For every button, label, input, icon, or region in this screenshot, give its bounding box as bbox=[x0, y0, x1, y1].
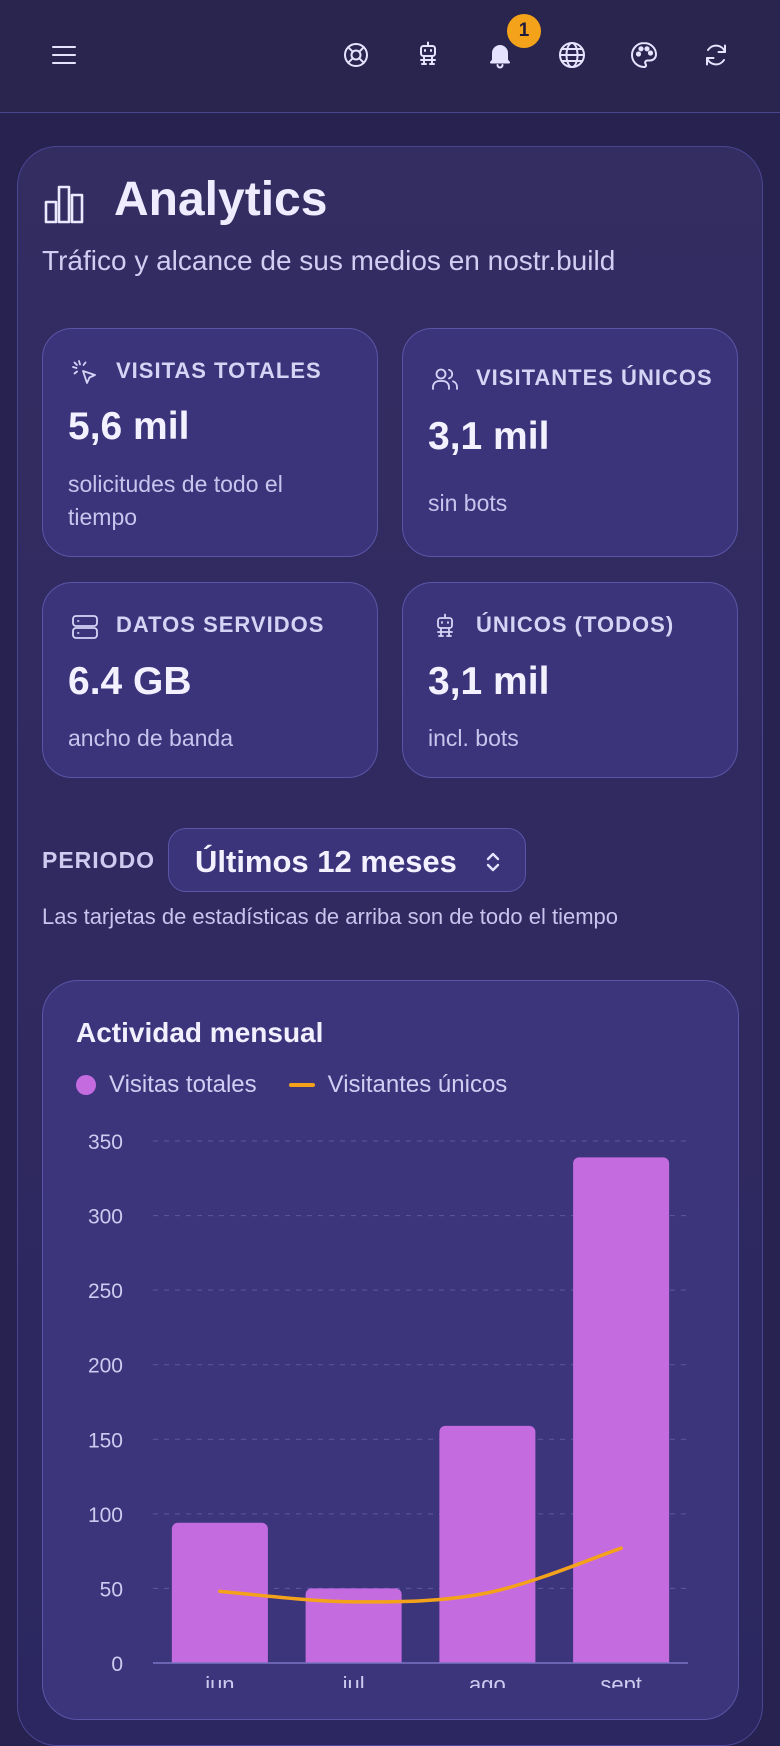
period-select[interactable]: Últimos 12 meses bbox=[168, 828, 526, 892]
chart-legend: Visitas totales Visitantes únicos bbox=[76, 1070, 507, 1100]
stat-value: 3,1 mil bbox=[428, 415, 550, 458]
users-icon bbox=[430, 364, 460, 394]
stat-label: DATOS SERVIDOS bbox=[116, 612, 325, 637]
stat-description: solicitudes de todo el tiempo bbox=[68, 471, 283, 530]
legend-swatch-bar bbox=[76, 1075, 96, 1095]
stat-card-unique-visitors: VISITANTES ÚNICOS 3,1 mil sin bots bbox=[402, 328, 738, 557]
legend-label-total-visits: Visitas totales bbox=[109, 1071, 257, 1098]
bar-chart-icon bbox=[42, 182, 86, 226]
notification-badge: 1 bbox=[507, 14, 541, 48]
menu-icon[interactable] bbox=[41, 32, 87, 78]
palette-icon[interactable] bbox=[621, 32, 667, 78]
stat-description: sin bots bbox=[428, 490, 508, 516]
stat-card-data-served: DATOS SERVIDOS 6.4 GB ancho de banda bbox=[42, 582, 378, 778]
stat-value: 6.4 GB bbox=[68, 660, 192, 703]
robot-icon bbox=[430, 612, 460, 642]
stat-value: 3,1 mil bbox=[428, 660, 550, 703]
page-subtitle: Tráfico y alcance de sus medios en nostr… bbox=[42, 245, 616, 276]
lifebuoy-icon[interactable] bbox=[333, 32, 379, 78]
stat-card-uniques-all: ÚNICOS (TODOS) 3,1 mil incl. bots bbox=[402, 582, 738, 778]
chevron-up-down-icon bbox=[481, 849, 505, 875]
stat-card-total-visits: VISITAS TOTALES 5,6 mil solicitudes de t… bbox=[42, 328, 378, 557]
stat-value: 5,6 mil bbox=[68, 405, 190, 448]
chart-title: Actividad mensual bbox=[76, 1017, 324, 1048]
top-bar: 1 bbox=[0, 0, 780, 113]
legend-swatch-line bbox=[288, 1083, 315, 1087]
page-title: Analytics bbox=[114, 173, 328, 226]
legend-label-unique-visitors: Visitantes únicos bbox=[327, 1071, 508, 1098]
period-note: Las tarjetas de estadísticas de arriba s… bbox=[42, 904, 619, 929]
period-selected-value: Últimos 12 meses bbox=[195, 844, 457, 879]
period-label: PERIODO bbox=[42, 847, 156, 873]
pointer-click-icon bbox=[70, 358, 100, 388]
server-icon bbox=[70, 612, 100, 642]
stat-description: ancho de banda bbox=[68, 725, 233, 751]
stat-label: VISITAS TOTALES bbox=[116, 358, 322, 383]
refresh-icon[interactable] bbox=[693, 32, 739, 78]
stat-label: ÚNICOS (TODOS) bbox=[476, 612, 675, 637]
stat-label: VISITANTES ÚNICOS bbox=[476, 365, 713, 390]
globe-icon[interactable] bbox=[549, 32, 595, 78]
stat-description: incl. bots bbox=[428, 725, 519, 751]
robot-icon[interactable] bbox=[405, 32, 451, 78]
